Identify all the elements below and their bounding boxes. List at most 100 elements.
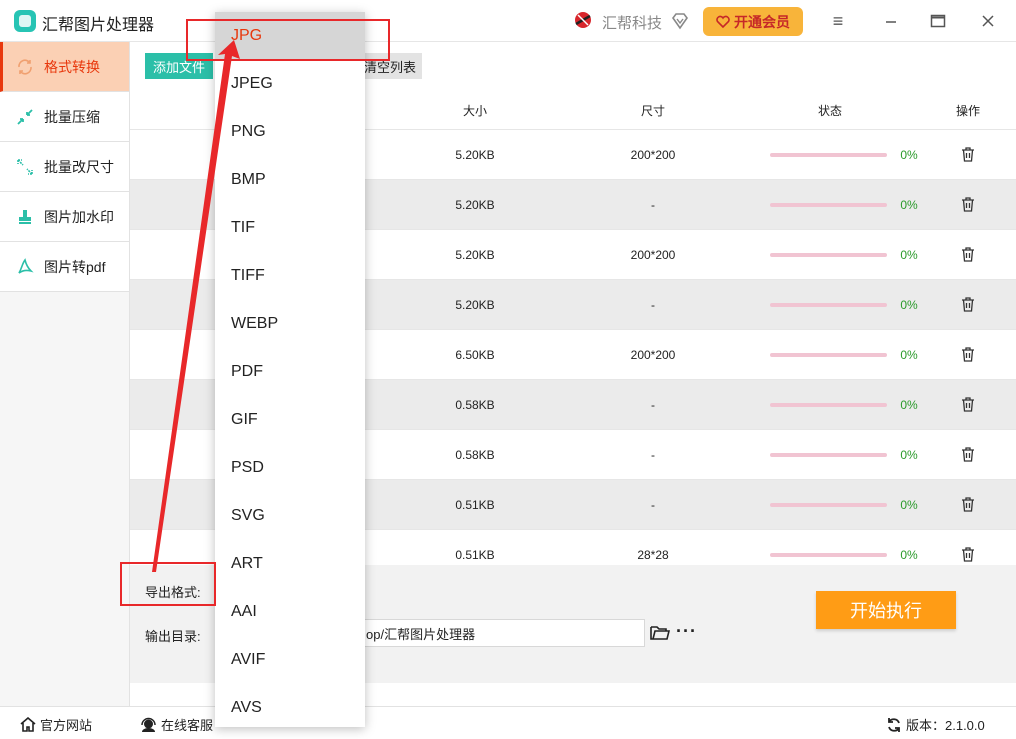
- progress-bar: [770, 280, 910, 329]
- trash-icon: [962, 547, 974, 562]
- delete-button[interactable]: [948, 180, 988, 229]
- output-dir-label: 输出目录:: [145, 629, 201, 644]
- progress-percent: 0%: [900, 497, 918, 512]
- close-icon[interactable]: [977, 10, 999, 32]
- annotation-highlight-export-format: [120, 562, 216, 606]
- format-option-pdf[interactable]: PDF: [215, 348, 365, 396]
- format-option-tif[interactable]: TIF: [215, 204, 365, 252]
- sidebar-item-batch-compress[interactable]: 批量压缩: [0, 92, 129, 142]
- format-option-avif[interactable]: AVIF: [215, 636, 365, 684]
- format-option-webp[interactable]: WEBP: [215, 300, 365, 348]
- delete-button[interactable]: [948, 430, 988, 479]
- file-dimension: -: [651, 197, 655, 212]
- progress-bar: [770, 430, 910, 479]
- brand-name: 汇帮科技: [602, 15, 663, 32]
- trash-icon: [962, 497, 974, 512]
- progress-percent: 0%: [900, 247, 918, 262]
- vip-button[interactable]: 开通会员: [703, 7, 803, 36]
- progress-percent: 0%: [900, 347, 918, 362]
- file-size: 0.51KB: [455, 547, 495, 562]
- minimize-icon[interactable]: [880, 10, 902, 32]
- format-option-psd[interactable]: PSD: [215, 444, 365, 492]
- progress-percent: 0%: [900, 147, 918, 162]
- status-bar: 官方网站 在线客服 版本：2.1.0.0: [0, 706, 1016, 739]
- app-logo-icon: [14, 10, 36, 32]
- format-option-avs[interactable]: AVS: [215, 684, 365, 732]
- folder-icon[interactable]: [650, 624, 670, 641]
- trash-icon: [962, 297, 974, 312]
- delete-button[interactable]: [948, 330, 988, 379]
- compress-icon: [16, 108, 34, 126]
- progress-bar: [770, 480, 910, 529]
- diamond-icon[interactable]: [670, 11, 690, 31]
- format-option-png[interactable]: PNG: [215, 108, 365, 156]
- format-option-tiff[interactable]: TIFF: [215, 252, 365, 300]
- title-bar: 汇帮图片处理器 汇帮科技 开通会员 ≡: [0, 0, 1016, 42]
- progress-bar: [770, 380, 910, 429]
- file-size: 0.58KB: [455, 447, 495, 462]
- delete-button[interactable]: [948, 480, 988, 529]
- more-options-icon[interactable]: ···: [676, 622, 697, 640]
- online-support-link[interactable]: 在线客服: [140, 715, 213, 734]
- format-option-art[interactable]: ART: [215, 540, 365, 588]
- trash-icon: [962, 447, 974, 462]
- file-size: 0.58KB: [455, 397, 495, 412]
- sidebar-item-format-convert[interactable]: 格式转换: [0, 42, 129, 92]
- progress-percent: 0%: [900, 297, 918, 312]
- sidebar-item-label: 批量改尺寸: [44, 158, 114, 175]
- trash-icon: [962, 347, 974, 362]
- sidebar-item-watermark[interactable]: 图片加水印: [0, 192, 129, 242]
- file-size: 5.20KB: [455, 297, 495, 312]
- start-button[interactable]: 开始执行: [816, 591, 956, 629]
- format-option-bmp[interactable]: BMP: [215, 156, 365, 204]
- home-icon: [20, 717, 36, 732]
- sidebar-item-batch-resize[interactable]: 批量改尺寸: [0, 142, 129, 192]
- format-option-jpeg[interactable]: JPEG: [215, 60, 365, 108]
- format-option-svg[interactable]: SVG: [215, 492, 365, 540]
- file-dimension: 200*200: [630, 147, 676, 162]
- version-info[interactable]: 版本：2.1.0.0: [886, 715, 985, 734]
- sidebar: 格式转换 批量压缩 批量改尺寸 图片加水印 图片转pdf: [0, 42, 130, 706]
- header-size: 大小: [462, 104, 487, 118]
- file-dimension: -: [651, 497, 655, 512]
- delete-button[interactable]: [948, 530, 988, 565]
- online-support-label: 在线客服: [161, 718, 214, 733]
- file-dimension: -: [651, 297, 655, 312]
- format-dropdown-list[interactable]: JPG JPEG PNG BMP TIF TIFF WEBP PDF GIF PSD SVG ART A…: [215, 12, 365, 727]
- file-size: 5.20KB: [455, 147, 495, 162]
- file-size: 5.20KB: [455, 247, 495, 262]
- annotation-highlight-jpg: [186, 19, 390, 61]
- file-dimension: 200*200: [630, 347, 676, 362]
- update-icon: [888, 717, 900, 732]
- refresh-icon: [16, 58, 34, 76]
- file-dimension: -: [651, 397, 655, 412]
- progress-percent: 0%: [900, 197, 918, 212]
- trash-icon: [962, 147, 974, 162]
- file-size: 0.51KB: [455, 497, 495, 512]
- maximize-icon[interactable]: [927, 10, 949, 32]
- sidebar-item-image-to-pdf[interactable]: 图片转pdf: [0, 242, 129, 292]
- header-action: 操作: [955, 104, 980, 118]
- trash-icon: [962, 197, 974, 212]
- menu-icon[interactable]: ≡: [827, 10, 849, 32]
- progress-bar: [770, 180, 910, 229]
- delete-button[interactable]: [948, 130, 988, 179]
- sidebar-item-label: 图片加水印: [44, 208, 114, 225]
- format-option-aai[interactable]: AAI: [215, 588, 365, 636]
- file-dimension: 28*28: [637, 547, 669, 562]
- delete-button[interactable]: [948, 230, 988, 279]
- delete-button[interactable]: [948, 280, 988, 329]
- format-option-gif[interactable]: GIF: [215, 396, 365, 444]
- official-website-link[interactable]: 官方网站: [20, 715, 92, 734]
- progress-bar: [770, 130, 910, 179]
- delete-button[interactable]: [948, 380, 988, 429]
- official-website-label: 官方网站: [40, 718, 93, 733]
- header-status: 状态: [817, 104, 842, 118]
- pdf-icon: [16, 257, 34, 276]
- file-dimension: 200*200: [630, 247, 676, 262]
- trash-icon: [962, 397, 974, 412]
- version-label: 版本：2.1.0.0: [906, 718, 985, 733]
- progress-bar: [770, 330, 910, 379]
- progress-bar: [770, 530, 910, 565]
- header-dimension: 尺寸: [640, 104, 665, 118]
